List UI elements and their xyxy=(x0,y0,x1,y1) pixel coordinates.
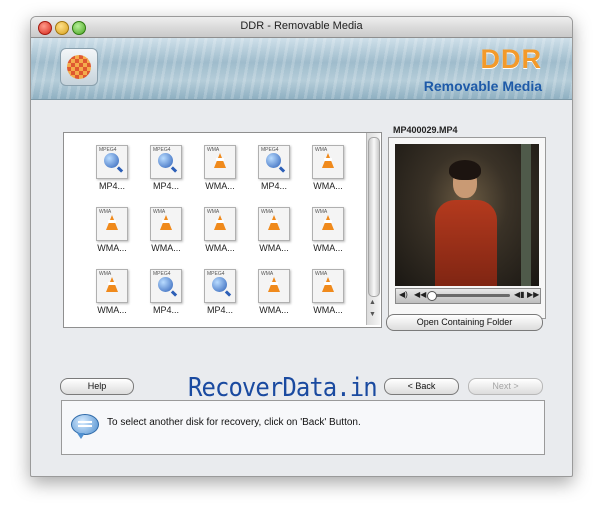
preview-filename: MP400029.MP4 xyxy=(393,125,458,135)
file-label: MP4... xyxy=(152,305,179,315)
file-type-tag: MPEG4 xyxy=(207,271,225,277)
open-containing-folder-button[interactable]: Open Containing Folder xyxy=(386,314,543,331)
mpeg4-file-icon: MPEG4 xyxy=(96,145,128,179)
file-label: WMA... xyxy=(259,243,289,253)
file-item[interactable]: WMA WMA... xyxy=(87,207,137,259)
file-item[interactable]: WMA WMA... xyxy=(303,207,353,259)
mpeg4-file-icon: MPEG4 xyxy=(258,145,290,179)
file-label: MP4... xyxy=(98,181,125,191)
wma-file-icon: WMA xyxy=(258,269,290,303)
file-label: WMA... xyxy=(313,181,343,191)
file-item[interactable]: MPEG4 MP4... xyxy=(141,145,191,197)
seek-knob[interactable] xyxy=(427,291,437,301)
info-panel: To select another disk for recovery, cli… xyxy=(61,400,545,455)
mpeg4-file-icon: MPEG4 xyxy=(150,269,182,303)
scroll-down-icon[interactable]: ▼ xyxy=(369,311,376,318)
file-label: WMA... xyxy=(205,243,235,253)
wma-file-icon: WMA xyxy=(96,207,128,241)
file-label: WMA... xyxy=(205,181,235,191)
wma-file-icon: WMA xyxy=(312,145,344,179)
wma-file-icon: WMA xyxy=(204,207,236,241)
app-window: DDR - Removable Media DDR Removable Medi… xyxy=(30,16,573,477)
file-item[interactable]: MPEG4 MP4... xyxy=(87,145,137,197)
wma-file-icon: WMA xyxy=(312,207,344,241)
speech-bubble-icon xyxy=(71,414,99,439)
video-preview xyxy=(395,144,539,286)
wma-file-icon: WMA xyxy=(96,269,128,303)
file-item[interactable]: MPEG4 MP4... xyxy=(195,269,245,321)
file-label: MP4... xyxy=(152,181,179,191)
file-type-tag: MPEG4 xyxy=(153,147,171,153)
file-item[interactable]: WMA WMA... xyxy=(303,145,353,197)
recovered-files-panel: MPEG4 MP4... MPEG4 MP4... WMA WMA... MPEG4 MP4.… xyxy=(63,132,382,328)
info-message: To select another disk for recovery, cli… xyxy=(107,417,361,428)
files-scrollbar[interactable]: ▲ ▼ xyxy=(366,133,380,325)
file-type-tag: MPEG4 xyxy=(153,271,171,277)
file-type-tag: MPEG4 xyxy=(99,147,117,153)
file-item[interactable]: WMA WMA... xyxy=(195,145,245,197)
rewind-icon[interactable]: ◀◀ xyxy=(414,290,426,299)
wma-file-icon: WMA xyxy=(312,269,344,303)
file-label: MP4... xyxy=(206,305,233,315)
file-item[interactable]: WMA WMA... xyxy=(141,207,191,259)
file-label: MP4... xyxy=(260,181,287,191)
preview-panel: ◀) ◀◀ ◀▮ ▶▶ xyxy=(388,137,546,319)
file-label: WMA... xyxy=(97,243,127,253)
file-item[interactable]: WMA WMA... xyxy=(249,207,299,259)
app-logo-icon xyxy=(60,48,98,86)
file-type-tag: MPEG4 xyxy=(261,147,279,153)
file-label: WMA... xyxy=(313,243,343,253)
title-bar: DDR - Removable Media xyxy=(31,17,572,38)
file-label: WMA... xyxy=(97,305,127,315)
file-item[interactable]: WMA WMA... xyxy=(249,269,299,321)
file-label: WMA... xyxy=(259,305,289,315)
brand-name: DDR xyxy=(480,44,542,74)
volume-icon[interactable]: ◀) xyxy=(399,290,408,299)
fast-forward-icon[interactable]: ▶▶ xyxy=(527,290,539,299)
wma-file-icon: WMA xyxy=(150,207,182,241)
brand-subtitle: Removable Media xyxy=(423,78,542,94)
watermark-text: RecoverData.in xyxy=(188,373,378,403)
file-item[interactable]: WMA WMA... xyxy=(195,207,245,259)
back-button[interactable]: < Back xyxy=(384,378,459,395)
file-label: WMA... xyxy=(151,243,181,253)
next-button[interactable]: Next > xyxy=(468,378,543,395)
file-item[interactable]: MPEG4 MP4... xyxy=(249,145,299,197)
mpeg4-file-icon: MPEG4 xyxy=(204,269,236,303)
seek-track[interactable] xyxy=(430,294,510,297)
mpeg4-file-icon: MPEG4 xyxy=(150,145,182,179)
scrollbar-thumb[interactable] xyxy=(368,137,380,297)
file-item[interactable]: WMA WMA... xyxy=(87,269,137,321)
file-label: WMA... xyxy=(313,305,343,315)
wma-file-icon: WMA xyxy=(258,207,290,241)
window-title: DDR - Removable Media xyxy=(240,20,363,32)
scroll-up-icon[interactable]: ▲ xyxy=(369,299,376,306)
video-controls: ◀) ◀◀ ◀▮ ▶▶ xyxy=(395,288,541,304)
file-item[interactable]: MPEG4 MP4... xyxy=(141,269,191,321)
help-button[interactable]: Help xyxy=(60,378,134,395)
file-item[interactable]: WMA WMA... xyxy=(303,269,353,321)
step-back-icon[interactable]: ◀▮ xyxy=(514,290,525,299)
wma-file-icon: WMA xyxy=(204,145,236,179)
header-banner: DDR Removable Media xyxy=(31,38,572,100)
